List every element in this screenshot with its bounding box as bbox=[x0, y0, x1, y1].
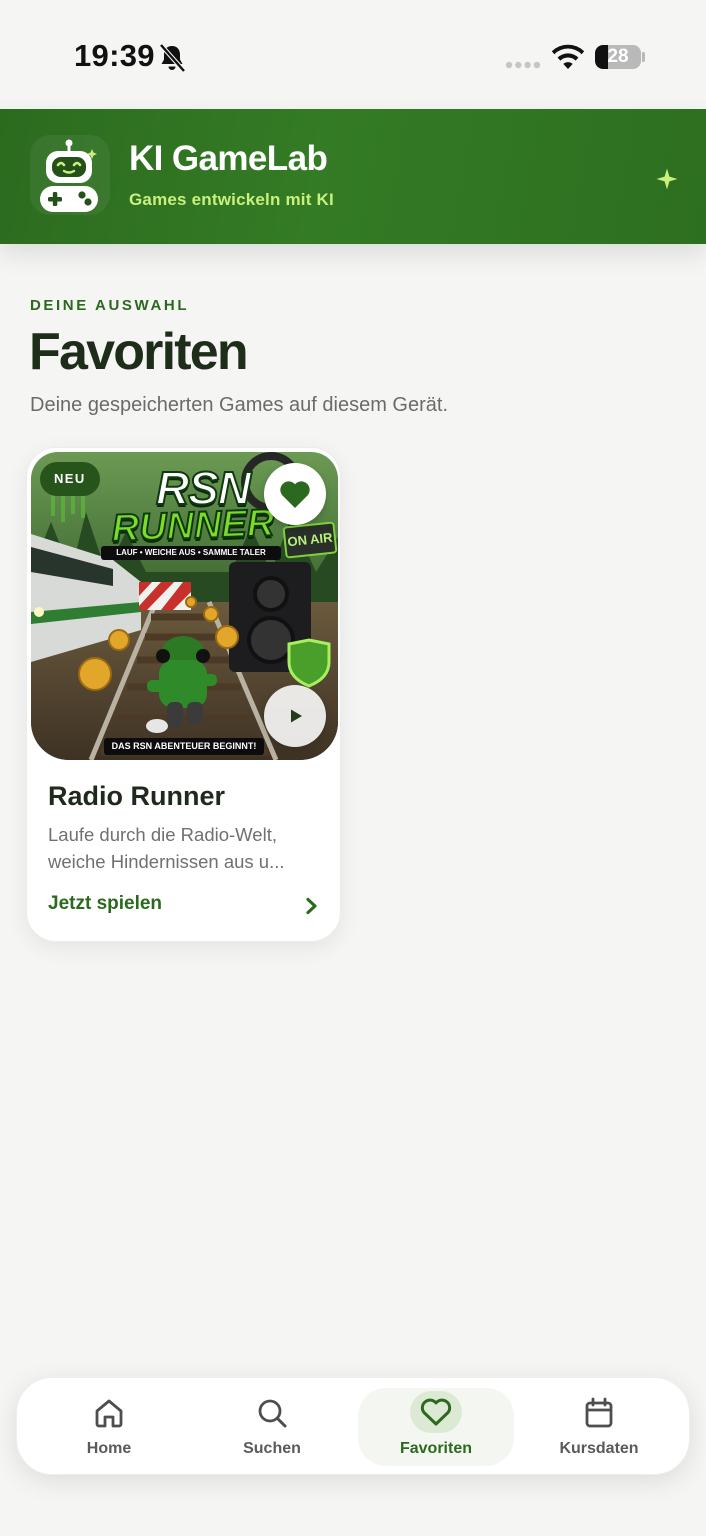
tab-favorites[interactable]: Favoriten bbox=[358, 1388, 514, 1466]
game-description-line: weiche Hindernissen aus u... bbox=[48, 851, 285, 872]
home-icon bbox=[95, 1399, 123, 1428]
battery-indicator: 28 bbox=[595, 45, 641, 69]
home-indicator-area bbox=[0, 1475, 706, 1536]
status-time: 19:39 bbox=[74, 38, 155, 73]
bell-muted-icon bbox=[159, 43, 186, 73]
tab-label: Suchen bbox=[243, 1440, 301, 1457]
search-icon bbox=[258, 1399, 287, 1428]
page-description: Deine gespeicherten Games auf diesem Ger… bbox=[30, 394, 448, 416]
chevron-right-icon[interactable] bbox=[305, 897, 319, 915]
tab-label: Home bbox=[86, 1440, 132, 1457]
artwork-banner: DAS RSN ABENTEUER BEGINNT! bbox=[104, 738, 264, 755]
battery-percentage: 28 bbox=[607, 46, 629, 67]
artwork-on-air-sign: ON AIR bbox=[282, 521, 338, 559]
app-header: KI GameLab Games entwickeln mit KI bbox=[0, 109, 706, 244]
wifi-icon bbox=[552, 44, 584, 69]
bottom-tab-bar: Home Suchen Favoriten Kursdaten bbox=[16, 1377, 690, 1475]
artwork-tagline: LAUF • WEICHE AUS • SAMMLE TALER bbox=[101, 546, 281, 560]
cellular-signal-icon bbox=[505, 61, 541, 69]
sparkle-icon bbox=[656, 168, 678, 190]
tab-home[interactable]: Home bbox=[31, 1388, 187, 1466]
play-now-link[interactable]: Jetzt spielen bbox=[48, 893, 162, 915]
calendar-icon bbox=[585, 1397, 613, 1428]
status-bar: 19:39 28 bbox=[0, 0, 706, 109]
heart-icon bbox=[420, 1398, 452, 1426]
tab-label: Kursdaten bbox=[559, 1440, 639, 1457]
new-badge: NEU bbox=[40, 462, 100, 496]
app-logo[interactable] bbox=[30, 135, 110, 215]
app-title: KI GameLab bbox=[129, 139, 328, 178]
app-subtitle: Games entwickeln mit KI bbox=[129, 190, 334, 209]
tab-course-dates[interactable]: Kursdaten bbox=[521, 1388, 677, 1466]
section-eyebrow: DEINE AUSWAHL bbox=[30, 297, 190, 314]
tab-label: Favoriten bbox=[399, 1440, 472, 1457]
game-description-line: Laufe durch die Radio-Welt, bbox=[48, 824, 277, 845]
play-button[interactable] bbox=[264, 685, 326, 747]
tab-search[interactable]: Suchen bbox=[194, 1388, 350, 1466]
battery-tip bbox=[642, 52, 645, 62]
heart-filled-icon bbox=[280, 481, 310, 508]
artwork-logo-bottom: RUNNER bbox=[110, 501, 276, 551]
robot-gamepad-icon bbox=[40, 139, 98, 212]
play-icon bbox=[291, 709, 302, 723]
game-title[interactable]: Radio Runner bbox=[48, 781, 225, 812]
favorite-button[interactable] bbox=[264, 463, 326, 525]
page-title: Favoriten bbox=[29, 323, 249, 381]
game-description: Laufe durch die Radio-Welt, weiche Hinde… bbox=[48, 821, 318, 875]
